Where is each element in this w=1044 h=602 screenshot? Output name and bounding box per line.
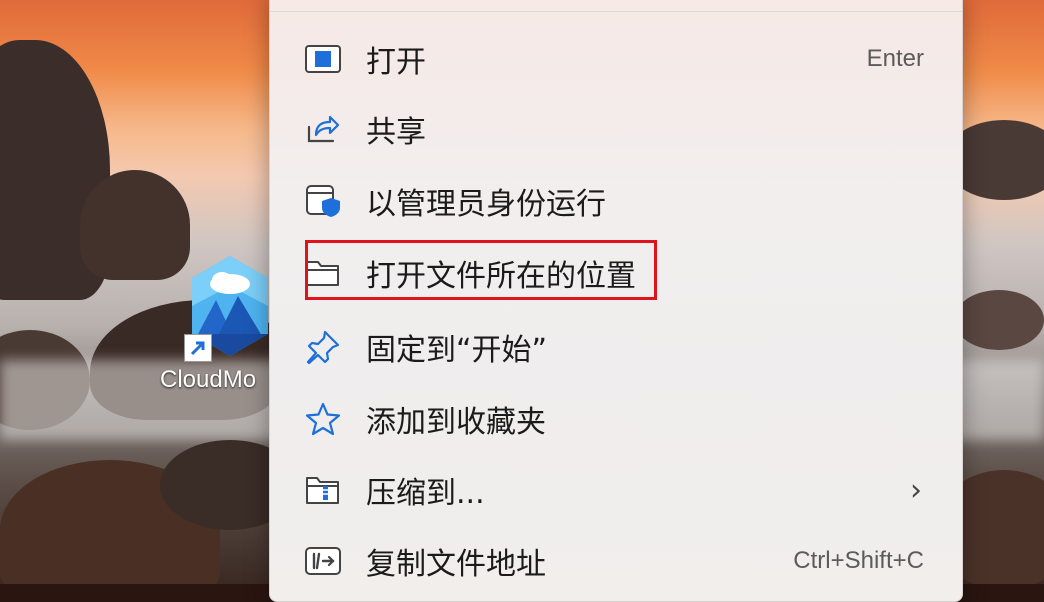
star-icon bbox=[304, 400, 342, 438]
menu-item-label: 压缩到... bbox=[366, 476, 485, 511]
menu-item-shortcut: Ctrl+Shift+C bbox=[793, 547, 924, 574]
menu-item-run-as-admin[interactable]: 以管理员身份运行 bbox=[270, 169, 962, 233]
admin-shield-icon bbox=[304, 182, 342, 220]
zip-folder-icon bbox=[304, 471, 342, 509]
chevron-right-icon: › bbox=[910, 472, 922, 508]
copy-path-icon bbox=[304, 542, 342, 580]
menu-item-label: 打开 bbox=[366, 45, 426, 80]
menu-item-label: 固定到“开始” bbox=[366, 333, 548, 368]
menu-divider bbox=[270, 11, 962, 12]
menu-item-copy-path[interactable]: 复制文件地址 Ctrl+Shift+C bbox=[270, 529, 962, 593]
menu-item-shortcut: Enter bbox=[866, 45, 924, 72]
open-window-icon bbox=[304, 40, 342, 78]
context-menu: 打开 Enter 共享 以管理员身份运行 打开文件所在的位置 固定到“开始” 添… bbox=[269, 0, 963, 602]
share-icon bbox=[304, 110, 342, 148]
menu-item-label: 添加到收藏夹 bbox=[366, 405, 546, 440]
highlight-annotation-box bbox=[305, 240, 657, 300]
menu-item-label: 共享 bbox=[366, 115, 426, 150]
menu-item-share[interactable]: 共享 bbox=[270, 97, 962, 161]
shortcut-arrow-icon bbox=[184, 334, 212, 362]
menu-item-compress-to[interactable]: 压缩到... › bbox=[270, 458, 962, 522]
pin-icon bbox=[304, 328, 342, 366]
menu-item-add-to-favorites[interactable]: 添加到收藏夹 bbox=[270, 387, 962, 451]
menu-item-label: 复制文件地址 bbox=[366, 547, 546, 582]
menu-item-open[interactable]: 打开 Enter bbox=[270, 27, 962, 91]
desktop-shortcut[interactable]: CloudMo bbox=[160, 256, 282, 396]
menu-item-label: 以管理员身份运行 bbox=[366, 187, 606, 222]
menu-item-pin-to-start[interactable]: 固定到“开始” bbox=[270, 315, 962, 379]
